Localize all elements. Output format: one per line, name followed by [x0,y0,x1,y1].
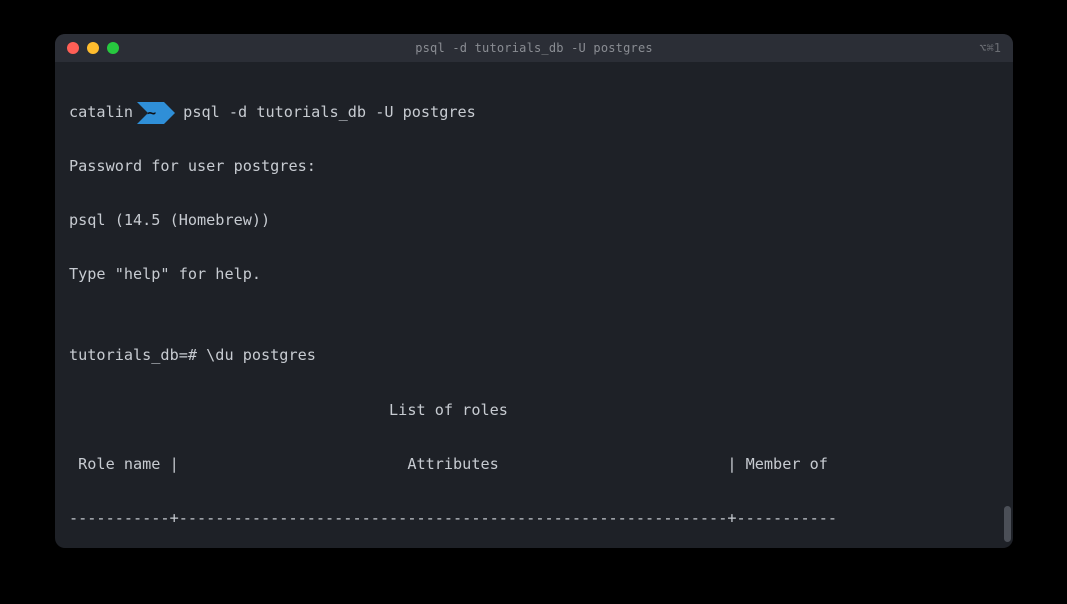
table-title: List of roles [69,397,999,424]
output-line: Type "help" for help. [69,261,999,288]
psql-prompt-line: tutorials_db=# \du postgres [69,342,999,369]
chevron-right-icon [164,102,175,124]
close-icon[interactable] [67,42,79,54]
window-title: psql -d tutorials_db -U postgres [55,41,1013,55]
prompt-user: catalin [69,99,137,126]
shell-command: psql -d tutorials_db -U postgres [175,99,476,126]
scrollbar-thumb[interactable] [1004,506,1011,542]
session-indicator: ⌥⌘1 [979,41,1001,55]
minimize-icon[interactable] [87,42,99,54]
terminal-body[interactable]: catalin ~psql -d tutorials_db -U postgre… [55,62,1013,548]
table-separator: -----------+----------------------------… [69,505,999,532]
table-header: Role name | Attributes | Member of [69,451,999,478]
prompt-cwd-segment: ~ [137,102,175,124]
traffic-lights [67,42,119,54]
maximize-icon[interactable] [107,42,119,54]
terminal-window: psql -d tutorials_db -U postgres ⌥⌘1 cat… [55,34,1013,548]
shell-prompt-line: catalin ~psql -d tutorials_db -U postgre… [69,99,999,126]
output-line: psql (14.5 (Homebrew)) [69,207,999,234]
output-line: Password for user postgres: [69,153,999,180]
titlebar: psql -d tutorials_db -U postgres ⌥⌘1 [55,34,1013,62]
